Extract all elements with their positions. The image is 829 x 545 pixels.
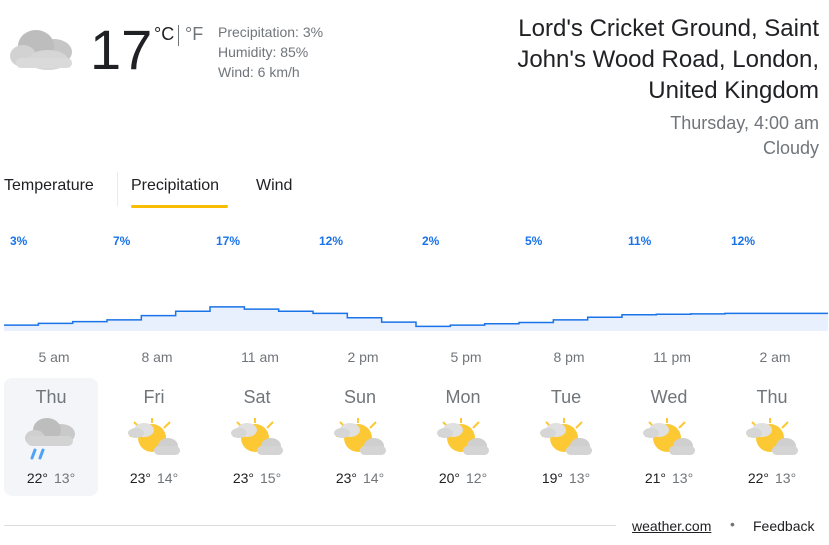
unit-celsius-button[interactable]: °C xyxy=(154,24,174,45)
footer-separator: • xyxy=(730,516,735,532)
wind-text: Wind: 6 km/h xyxy=(218,64,300,80)
time-label: 8 pm xyxy=(553,349,585,365)
tab-divider xyxy=(117,172,118,206)
low-temp: 14° xyxy=(157,470,179,486)
precipitation-value-label: 12% xyxy=(731,234,755,248)
precipitation-value-label: 17% xyxy=(216,234,240,248)
low-temp: 13° xyxy=(54,470,76,486)
precipitation-value-label: 3% xyxy=(10,234,28,248)
low-temp: 15° xyxy=(260,470,282,486)
day-temperatures: 23° 15° xyxy=(210,470,304,486)
high-temp: 22° xyxy=(26,470,48,486)
day-forecast-fri[interactable]: Fri 23° 14° xyxy=(107,378,201,496)
precipitation-area xyxy=(4,306,828,331)
day-forecast-tue[interactable]: Tue 19° 13° xyxy=(519,378,613,496)
low-temp: 12° xyxy=(466,470,488,486)
tab-precipitation[interactable]: Precipitation xyxy=(131,175,219,197)
high-temp: 23° xyxy=(129,470,151,486)
humidity-text: Humidity: 85% xyxy=(218,44,309,60)
partly-cloudy-icon xyxy=(433,416,493,460)
low-temp: 14° xyxy=(363,470,385,486)
high-temp: 20° xyxy=(438,470,460,486)
low-temp: 13° xyxy=(672,470,694,486)
day-temperatures: 22° 13° xyxy=(4,470,98,486)
day-forecast-sat[interactable]: Sat 23° 15° xyxy=(210,378,304,496)
high-temp: 22° xyxy=(747,470,769,486)
current-temperature: 17 xyxy=(90,18,153,81)
day-name: Tue xyxy=(550,387,582,407)
day-name: Wed xyxy=(650,387,688,407)
location-title: Lord's Cricket Ground, Saint John's Wood… xyxy=(517,15,819,104)
precipitation-value-label: 7% xyxy=(113,234,131,248)
source-link[interactable]: weather.com xyxy=(632,518,711,534)
rain-cloud-icon xyxy=(21,416,81,460)
footer-divider xyxy=(4,525,616,526)
partly-cloudy-icon xyxy=(639,416,699,460)
day-forecast-sun[interactable]: Sun 23° 14° xyxy=(313,378,407,496)
time-label: 11 pm xyxy=(653,349,691,365)
high-temp: 23° xyxy=(232,470,254,486)
day-temperatures: 22° 13° xyxy=(725,470,819,486)
day-forecast-mon[interactable]: Mon 20° 12° xyxy=(416,378,510,496)
unit-fahrenheit-button[interactable]: °F xyxy=(185,24,203,45)
day-forecast-thu[interactable]: Thu 22° 13° xyxy=(4,378,98,496)
day-name: Fri xyxy=(143,387,165,407)
condition-text: Cloudy xyxy=(762,138,819,158)
high-temp: 19° xyxy=(541,470,563,486)
day-temperatures: 23° 14° xyxy=(313,470,407,486)
unit-divider xyxy=(178,25,179,46)
precipitation-value-label: 11% xyxy=(628,234,652,248)
partly-cloudy-icon xyxy=(124,416,184,460)
time-label: 11 am xyxy=(241,349,279,365)
tab-wind[interactable]: Wind xyxy=(256,175,292,197)
time-label: 5 am xyxy=(38,349,70,365)
day-temperatures: 20° 12° xyxy=(416,470,510,486)
day-temperatures: 23° 14° xyxy=(107,470,201,486)
precipitation-value-label: 5% xyxy=(525,234,543,248)
datetime-text: Thursday, 4:00 am xyxy=(670,113,819,133)
day-name: Sat xyxy=(243,387,271,407)
day-forecast-wed[interactable]: Wed 21° 13° xyxy=(622,378,716,496)
time-label: 8 am xyxy=(141,349,173,365)
low-temp: 13° xyxy=(569,470,591,486)
day-name: Sun xyxy=(343,387,377,407)
partly-cloudy-icon xyxy=(227,416,287,460)
active-tab-indicator xyxy=(131,205,228,208)
time-label: 2 pm xyxy=(347,349,379,365)
precipitation-value-label: 2% xyxy=(422,234,440,248)
time-label: 5 pm xyxy=(450,349,482,365)
day-temperatures: 21° 13° xyxy=(622,470,716,486)
day-temperatures: 19° 13° xyxy=(519,470,613,486)
partly-cloudy-icon xyxy=(330,416,390,460)
cloudy-icon xyxy=(6,22,78,74)
tab-temperature[interactable]: Temperature xyxy=(4,175,94,197)
time-label: 2 am xyxy=(759,349,791,365)
day-name: Thu xyxy=(756,387,788,407)
low-temp: 13° xyxy=(775,470,797,486)
precipitation-text: Precipitation: 3% xyxy=(218,24,324,40)
partly-cloudy-icon xyxy=(742,416,802,460)
feedback-link[interactable]: Feedback xyxy=(753,518,814,534)
high-temp: 23° xyxy=(335,470,357,486)
day-forecast-thu[interactable]: Thu 22° 13° xyxy=(725,378,819,496)
weather-details: Precipitation: 3% Humidity: 85% Wind: 6 … xyxy=(218,22,323,82)
day-name: Mon xyxy=(445,387,481,407)
precipitation-value-label: 12% xyxy=(319,234,343,248)
precipitation-chart: 3% 7% 17% 12% 2% 5% 11% 12% xyxy=(4,234,828,331)
high-temp: 21° xyxy=(644,470,666,486)
partly-cloudy-icon xyxy=(536,416,596,460)
day-name: Thu xyxy=(35,387,67,407)
